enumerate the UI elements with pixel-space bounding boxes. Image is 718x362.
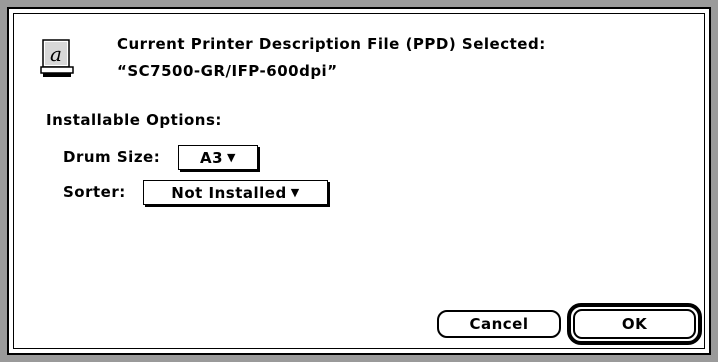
ppd-file-name: “SC7500-GR/IFP-600dpi” [117, 62, 338, 80]
chevron-down-icon: ▼ [290, 186, 300, 199]
cancel-button[interactable]: Cancel [437, 310, 561, 338]
ppd-document-icon: a [40, 39, 74, 77]
sorter-value: Not Installed [171, 183, 287, 202]
ppd-selected-heading: Current Printer Description File (PPD) S… [117, 35, 546, 53]
drum-size-popup[interactable]: A3 ▼ [178, 145, 258, 170]
installable-options-label: Installable Options: [46, 111, 222, 129]
chevron-down-icon: ▼ [227, 151, 236, 164]
sorter-label: Sorter: [63, 183, 126, 201]
sorter-popup[interactable]: Not Installed ▼ [143, 180, 328, 205]
ok-button[interactable]: OK [573, 309, 696, 339]
svg-text:a: a [50, 42, 62, 66]
drum-size-value: A3 [199, 148, 224, 167]
drum-size-label: Drum Size: [63, 148, 161, 166]
ppd-options-dialog: a Current Printer Description File (PPD)… [0, 0, 718, 362]
